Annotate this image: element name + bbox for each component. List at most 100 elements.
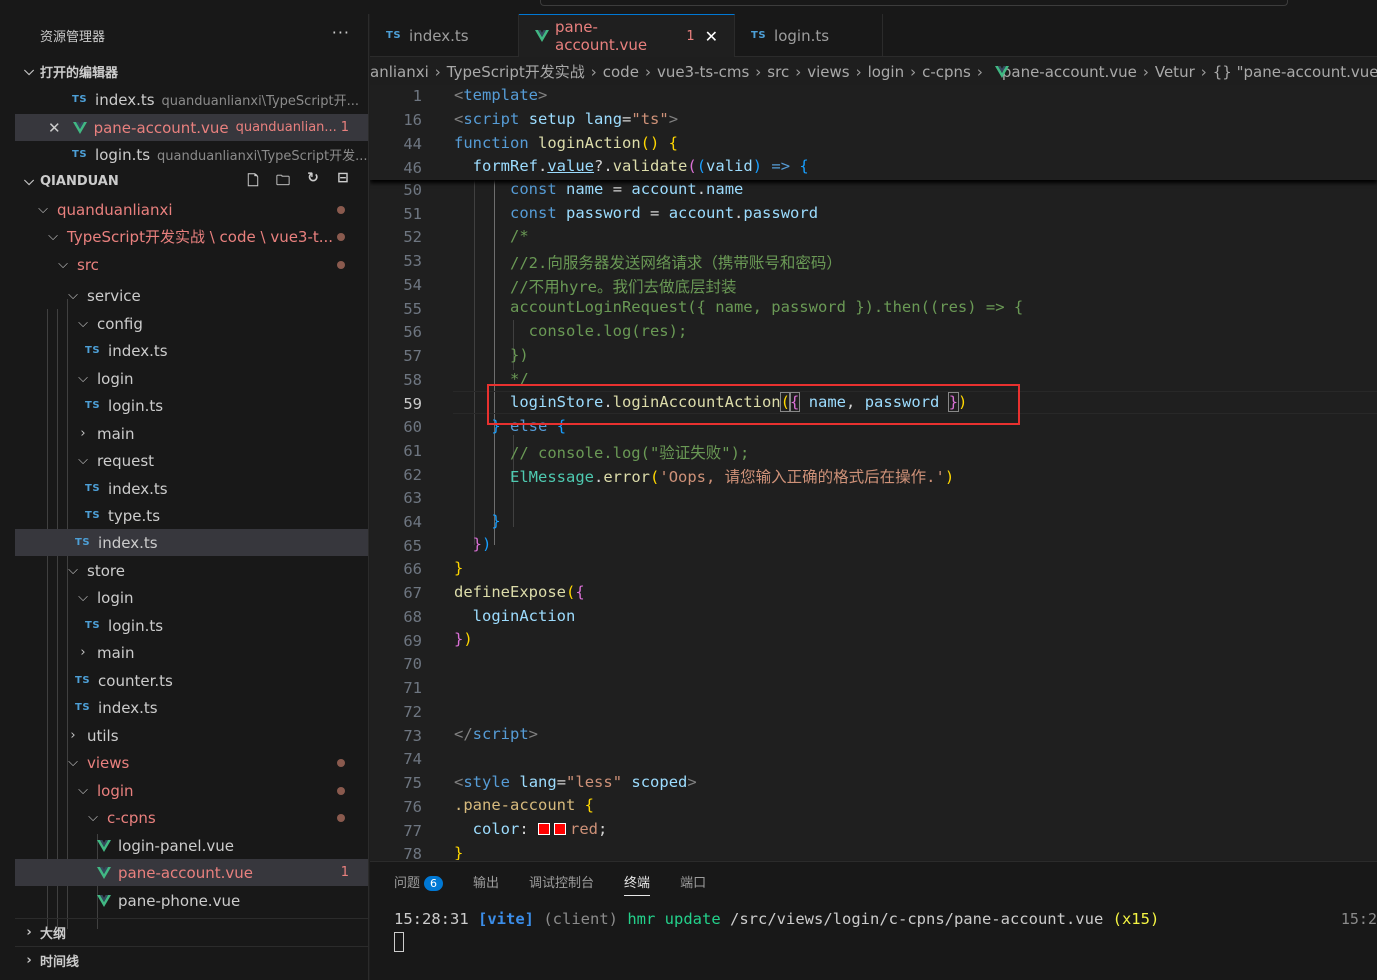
tree-folder[interactable]: ⌵ c-cpns xyxy=(15,804,368,831)
typescript-file-icon: TS xyxy=(85,400,101,411)
tree-folder[interactable]: ⌵ config xyxy=(15,310,368,337)
tree-folder[interactable]: ⌵ service xyxy=(15,282,368,309)
line-number: 16 xyxy=(403,111,422,129)
line-number: 60 xyxy=(403,418,422,436)
tree-file[interactable]: TS index.ts xyxy=(15,337,368,364)
tree-file[interactable]: TS index.ts xyxy=(15,694,368,721)
tree-file[interactable]: TS login.ts xyxy=(15,612,368,639)
open-editor-item[interactable]: TS index.ts quanduanlianxi\TypeScript开..… xyxy=(15,86,368,113)
open-editor-item[interactable]: TS login.ts quanduanlianxi\TypeScript开发.… xyxy=(15,141,368,168)
chevron-right-icon: › xyxy=(80,645,86,660)
line-number: 50 xyxy=(403,181,422,199)
line-number: 58 xyxy=(403,371,422,389)
tree-label: login-panel.vue xyxy=(118,836,234,855)
tree-label: index.ts xyxy=(98,698,158,717)
tree-folder[interactable]: ⌵ views xyxy=(15,749,368,776)
open-editors-section[interactable]: ⌵ 打开的编辑器 xyxy=(15,58,368,85)
new-folder-icon[interactable]: 🗀 xyxy=(273,170,293,194)
tree-folder[interactable]: ⌵ TypeScript开发实战 \ code \ vue3-t... xyxy=(15,223,368,250)
typescript-file-icon: TS xyxy=(386,30,402,41)
breadcrumb-item[interactable]: anlianxi xyxy=(370,63,429,81)
tab-ports[interactable]: 端口 xyxy=(680,872,706,896)
line-number: 66 xyxy=(403,560,422,578)
breadcrumb-item[interactable]: views xyxy=(807,63,849,81)
git-status-dot xyxy=(337,206,345,214)
tree-file[interactable]: login-panel.vue xyxy=(15,832,368,859)
tree-label: quanduanlianxi xyxy=(57,200,173,219)
open-editor-name: pane-account.vue xyxy=(93,118,229,137)
breadcrumb-item[interactable]: c-cpns xyxy=(922,63,971,81)
tree-folder[interactable]: ⌵ request xyxy=(15,447,368,474)
code-line: <script setup lang="ts"> xyxy=(454,110,679,128)
terminal-output[interactable]: 15:28:31 [vite] (client) hmr update /src… xyxy=(394,910,1159,928)
refresh-icon[interactable]: ↻ xyxy=(303,170,323,194)
tree-file[interactable]: TS type.ts xyxy=(15,502,368,529)
tree-file[interactable]: TS login.ts xyxy=(15,392,368,419)
tree-file-selected[interactable]: pane-account.vue 1 xyxy=(15,859,368,886)
panel-tabs: 问题 6 输出 调试控制台 终端 端口 xyxy=(394,872,706,896)
line-number: 72 xyxy=(403,703,422,721)
line-number: 1 xyxy=(412,87,422,105)
tree-label: index.ts xyxy=(108,479,168,498)
open-editor-path: quanduanlianxi\TypeScript开发... xyxy=(157,149,368,164)
tab-login-ts[interactable]: TS login.ts xyxy=(735,14,883,57)
line-number: 71 xyxy=(403,679,422,697)
breadcrumb-item[interactable]: {} "pane-account.vue xyxy=(1213,63,1377,81)
collapse-all-icon[interactable]: ⊟ xyxy=(333,170,353,194)
tree-file[interactable]: pane-phone.vue xyxy=(15,887,368,914)
tab-pane-account-vue[interactable]: pane-account.vue 1 ✕ xyxy=(519,14,735,57)
color-swatch-icon[interactable] xyxy=(554,823,567,835)
more-actions-icon[interactable]: ··· xyxy=(332,23,350,42)
tab-terminal[interactable]: 终端 xyxy=(624,872,651,896)
new-file-icon[interactable]: 🗋 xyxy=(243,170,263,194)
tree-folder[interactable]: › main xyxy=(15,639,368,666)
breadcrumb-item[interactable]: login xyxy=(868,63,905,81)
typescript-file-icon: TS xyxy=(72,149,88,160)
command-center[interactable] xyxy=(540,0,1288,6)
line-number: 78 xyxy=(403,845,422,860)
tree-folder[interactable]: ⌵ src xyxy=(15,251,368,278)
line-number: 74 xyxy=(403,750,422,768)
timeline-section[interactable]: › 时间线 xyxy=(15,946,368,973)
tree-folder[interactable]: › utils xyxy=(15,722,368,749)
breadcrumb-item[interactable]: code xyxy=(603,63,639,81)
chevron-right-icon: › xyxy=(1200,62,1207,81)
tree-folder[interactable]: ⌵ store xyxy=(15,557,368,584)
code-line: const name = account.name xyxy=(510,180,744,198)
tree-folder[interactable]: ⌵ login xyxy=(15,584,368,611)
explorer-sidebar: 资源管理器 ··· ⌵ 打开的编辑器 TS index.ts quanduanl… xyxy=(15,14,369,980)
tab-debug-console[interactable]: 调试控制台 xyxy=(529,872,594,896)
tab-output[interactable]: 输出 xyxy=(473,872,499,896)
color-swatch-icon[interactable] xyxy=(538,823,551,835)
tree-label: TypeScript开发实战 \ code \ vue3-t... xyxy=(67,228,334,246)
code-line: } xyxy=(454,844,464,860)
code-editor[interactable]: 1 <template> 16 <script setup lang="ts">… xyxy=(370,85,1377,860)
open-editor-path: quanduanlianxi\TypeScript开... xyxy=(161,94,360,109)
chevron-down-icon: ⌵ xyxy=(78,453,88,468)
problem-count: 1 xyxy=(340,865,349,880)
breadcrumb-item[interactable]: pane-account.vue xyxy=(1002,63,1137,81)
tab-problems[interactable]: 问题 6 xyxy=(394,872,444,896)
tree-label: utils xyxy=(87,726,119,745)
tree-folder[interactable]: ⌵ quanduanlianxi xyxy=(15,196,368,223)
tab-index-ts[interactable]: TS index.ts xyxy=(370,14,519,57)
tree-folder[interactable]: ⌵ login xyxy=(15,365,368,392)
sticky-scroll: 1 <template> 16 <script setup lang="ts">… xyxy=(370,85,1377,180)
vue-file-icon xyxy=(97,894,111,907)
tree-file[interactable]: TS index.ts xyxy=(15,475,368,502)
tree-file[interactable]: TS counter.ts xyxy=(15,667,368,694)
open-editor-item[interactable]: ✕ pane-account.vue quanduanlian... 1 xyxy=(15,114,368,141)
code-line: console.log(res); xyxy=(454,322,688,340)
breadcrumb-item[interactable]: TypeScript开发实战 xyxy=(447,61,585,82)
breadcrumb-item[interactable]: Vetur xyxy=(1155,63,1195,81)
breadcrumb-item[interactable]: src xyxy=(767,63,789,81)
tree-folder[interactable]: ⌵ login xyxy=(15,777,368,804)
tree-file[interactable]: TS index.ts xyxy=(15,529,368,556)
close-icon[interactable]: ✕ xyxy=(48,119,61,137)
outline-section[interactable]: › 大纲 xyxy=(15,918,368,945)
close-icon[interactable]: ✕ xyxy=(705,27,718,46)
tree-label: login.ts xyxy=(108,396,164,415)
breadcrumb-item[interactable]: vue3-ts-cms xyxy=(657,63,749,81)
tree-folder[interactable]: › main xyxy=(15,420,368,447)
workspace-section[interactable]: ⌵ QIANDUAN 🗋 🗀 ↻ ⊟ xyxy=(15,168,368,195)
